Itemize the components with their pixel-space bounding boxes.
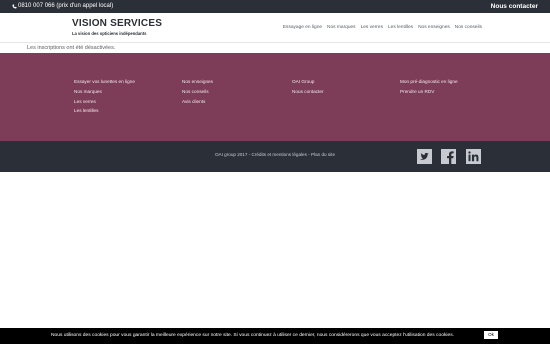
footer-link[interactable]: Essayer vos lunettes en ligne — [74, 79, 135, 84]
footer-link[interactable]: Nos enseignes — [182, 79, 213, 84]
footer-widgets: Essayer vos lunettes en ligne Nos marque… — [0, 53, 550, 141]
footer-link[interactable]: Mon pré-diagnostic en ligne — [400, 79, 458, 84]
cookie-message: Nous utilisons des cookies pour vous gar… — [51, 333, 454, 338]
footer-link[interactable]: Les verres — [74, 99, 135, 104]
facebook-icon[interactable] — [441, 149, 456, 164]
footer-link[interactable]: Nos conseils — [182, 89, 213, 94]
footer-column-2: Nos enseignes Nos conseils Avis clients — [182, 79, 213, 104]
top-contact-link[interactable]: Nous contacter — [491, 3, 538, 10]
phone-icon — [12, 4, 17, 8]
nav-item-essayage[interactable]: Essayage en ligne — [283, 25, 322, 30]
cookie-ok-button[interactable]: Ok — [484, 331, 498, 339]
nav-item-marques[interactable]: Nos marques — [327, 25, 356, 30]
main-nav: Essayage en ligne Nos marques Les verres… — [283, 25, 482, 30]
footer-column-3: OAI Group Nous contacter — [292, 79, 324, 94]
footer-link[interactable]: Les lentilles — [74, 108, 135, 113]
registration-notice: Les inscriptions ont été désactivées. — [27, 45, 116, 51]
footer-bottom-bar: OAI group 2017 - Crédits et mentions lég… — [0, 141, 550, 172]
footer-link[interactable]: Nous contacter — [292, 89, 324, 94]
nav-item-enseignes[interactable]: Nos enseignes — [418, 25, 450, 30]
logo-subtitle: La vision des opticiens indépendants — [72, 31, 147, 36]
footer-column-1: Essayer vos lunettes en ligne Nos marque… — [74, 79, 135, 113]
footer-link[interactable]: Avis clients — [182, 99, 213, 104]
phone-info[interactable]: 0810 007 066 (prix d'un appel local) — [12, 3, 113, 9]
nav-item-conseils[interactable]: Nos conseils — [455, 25, 482, 30]
footer-column-4: Mon pré-diagnostic en ligne Prendre un R… — [400, 79, 458, 94]
footer-link[interactable]: Nos marques — [74, 89, 135, 94]
footer-link[interactable]: OAI Group — [292, 79, 324, 84]
phone-number: 0810 007 066 (prix d'un appel local) — [18, 3, 114, 9]
footer-link[interactable]: Prendre un RDV — [400, 89, 458, 94]
cookie-banner: Nous utilisons des cookies pour vous gar… — [0, 328, 550, 344]
nav-item-verres[interactable]: Les verres — [361, 25, 383, 30]
top-bar: 0810 007 066 (prix d'un appel local) Nou… — [0, 0, 550, 13]
site-header: VISION SERVICES La vision des opticiens … — [0, 13, 550, 43]
twitter-icon[interactable] — [417, 149, 432, 164]
linkedin-icon[interactable] — [466, 149, 481, 164]
nav-item-lentilles[interactable]: Les lentilles — [388, 25, 413, 30]
logo-title[interactable]: VISION SERVICES — [72, 18, 162, 29]
